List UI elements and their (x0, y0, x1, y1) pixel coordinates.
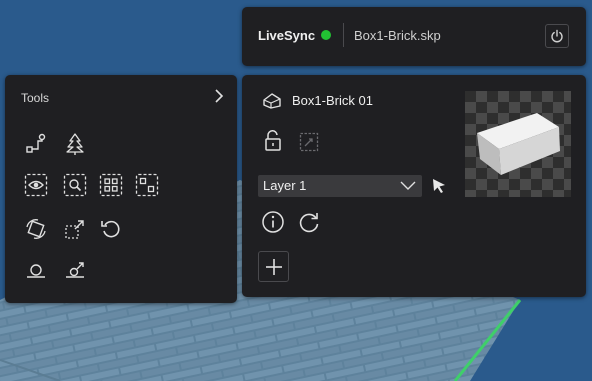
power-icon (551, 29, 563, 43)
model-icon (260, 89, 284, 113)
tools-expand-button[interactable] (213, 88, 225, 109)
divider (343, 23, 344, 47)
info-button[interactable] (260, 209, 286, 235)
layer-select[interactable]: Layer 1 (258, 175, 422, 197)
drop-to-ground-tool[interactable] (62, 258, 88, 284)
rotate-object-tool[interactable] (23, 216, 49, 242)
selection-tool[interactable] (134, 172, 160, 198)
add-button[interactable] (258, 251, 289, 282)
cube-icon (263, 93, 281, 109)
undo-tool[interactable] (98, 216, 124, 242)
model-preview-image (465, 91, 571, 197)
unlock-icon (265, 130, 281, 151)
rotate-box-icon (26, 219, 46, 239)
eye-frame-icon (24, 173, 48, 197)
chevron-right-icon (215, 89, 224, 103)
layer-select-value: Layer 1 (263, 178, 307, 193)
model-name: Box1-Brick 01 (292, 93, 373, 108)
sync-status-indicator (321, 30, 331, 40)
livesync-panel: LiveSync Box1-Brick.skp (242, 7, 586, 66)
redo-icon (299, 213, 319, 233)
tools-title: Tools (21, 91, 50, 105)
power-button[interactable] (545, 24, 569, 48)
tree-tool[interactable] (62, 131, 88, 157)
expand-box-icon (65, 220, 84, 239)
grid-frame-icon (99, 173, 123, 197)
lock-toggle[interactable] (262, 128, 284, 154)
plus-icon (265, 258, 282, 275)
tree-icon (66, 133, 84, 155)
visibility-tool[interactable] (23, 172, 49, 198)
connect-points-icon (26, 133, 46, 153)
snap-icon (299, 132, 319, 152)
info-icon (262, 211, 284, 233)
model-thumbnail (465, 91, 571, 197)
zoom-selection-tool[interactable] (62, 172, 88, 198)
refresh-button[interactable] (296, 209, 322, 235)
layer-dropdown-toggle[interactable] (400, 180, 416, 195)
scale-object-tool[interactable] (62, 216, 88, 242)
chevron-down-icon (400, 181, 416, 190)
pin-ground-icon (27, 264, 45, 278)
tools-panel: Tools (5, 75, 237, 303)
file-name: Box1-Brick.skp (354, 28, 441, 43)
search-frame-icon (63, 173, 87, 197)
snap-toggle[interactable] (298, 131, 320, 153)
grid-select-tool[interactable] (98, 172, 124, 198)
cursor-pick-icon (433, 179, 445, 193)
selection-frame-icon (135, 173, 159, 197)
model-panel: Box1-Brick 01 Layer 1 (242, 75, 586, 297)
livesync-title: LiveSync (258, 28, 316, 43)
pick-layer-button[interactable] (428, 175, 450, 197)
connect-points-tool[interactable] (23, 131, 49, 157)
undo-icon (101, 220, 120, 238)
place-on-ground-tool[interactable] (23, 258, 49, 284)
arrow-ground-icon (66, 262, 84, 278)
